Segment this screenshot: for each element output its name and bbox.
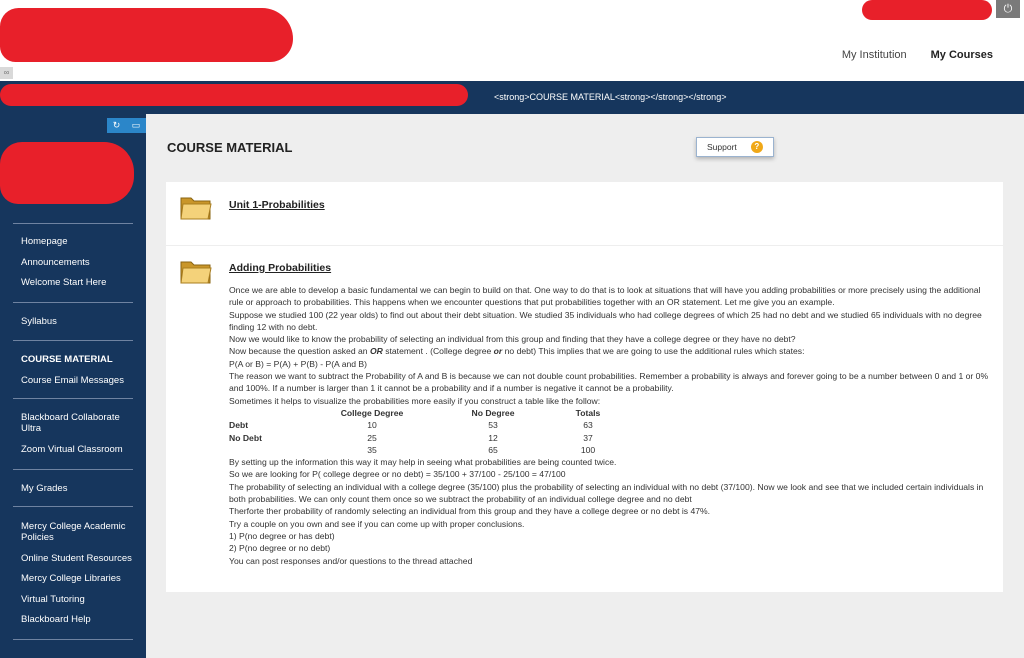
refresh-icon[interactable]: ↻ bbox=[113, 118, 121, 133]
content-item-adding-probabilities: Adding Probabilities Once we are able to… bbox=[166, 246, 1003, 592]
content-area: COURSE MATERIAL Support ? Unit 1-Probabi… bbox=[146, 114, 1024, 658]
paragraph: Suppose we studied 100 (22 year olds) to… bbox=[229, 309, 982, 332]
support-label: Support bbox=[707, 142, 737, 152]
text-run: Now because the question asked an bbox=[229, 346, 370, 357]
paragraph: Try a couple on you own and see if you c… bbox=[229, 518, 525, 529]
sidebar-group-6: Mercy College Academic Policies Online S… bbox=[13, 506, 133, 625]
sidebar-item-collaborate[interactable]: Blackboard Collaborate Ultra bbox=[13, 412, 133, 434]
sidebar-item-zoom[interactable]: Zoom Virtual Classroom bbox=[13, 444, 133, 455]
help-icon: ? bbox=[750, 141, 763, 153]
table-cell: 53 bbox=[488, 420, 498, 431]
sidebar-item-welcome[interactable]: Welcome Start Here bbox=[13, 277, 133, 288]
table-cell: 65 bbox=[488, 444, 498, 455]
content-item-unit1: Unit 1-Probabilities bbox=[166, 182, 1003, 245]
text-run: OR bbox=[369, 346, 383, 357]
power-icon[interactable]: ⏻ bbox=[996, 0, 1020, 18]
text-run: no debt) This implies that we are going … bbox=[502, 346, 805, 357]
sidebar-tools: ↻ ▭ bbox=[107, 118, 146, 133]
paragraph: Once we are able to develop a basic fund… bbox=[229, 285, 981, 308]
sidebar-item-academic-policies[interactable]: Mercy College Academic Policies bbox=[13, 521, 133, 543]
sidebar-item-grades[interactable]: My Grades bbox=[13, 483, 133, 494]
paragraph: The reason we want to subtract the Proba… bbox=[229, 371, 989, 394]
sidebar-group-2: Syllabus bbox=[13, 302, 133, 327]
paragraph: You can post responses and/or questions … bbox=[229, 555, 473, 566]
paragraph: Sometimes it helps to visualize the prob… bbox=[229, 395, 601, 406]
text-run: statement . (College degree bbox=[382, 346, 494, 357]
table-row-header: Debt bbox=[229, 420, 249, 431]
table-header: Totals bbox=[575, 407, 601, 418]
item-description: Once we are able to develop a basic fund… bbox=[229, 284, 989, 567]
sidebar-item-announcements[interactable]: Announcements bbox=[13, 257, 133, 268]
page-title: COURSE MATERIAL bbox=[167, 140, 293, 155]
table-cell: 100 bbox=[580, 444, 596, 455]
sidebar-group-4: Blackboard Collaborate Ultra Zoom Virtua… bbox=[13, 398, 133, 455]
sidebar-group-1: Homepage Announcements Welcome Start Her… bbox=[13, 223, 133, 288]
banner-title: <strong>COURSE MATERIAL<strong></strong>… bbox=[494, 92, 727, 102]
top-nav: My Institution My Courses bbox=[842, 49, 993, 61]
paragraph: 1) P(no degree or has debt) bbox=[229, 530, 335, 541]
table-cell: 63 bbox=[583, 420, 593, 431]
redacted-course-title bbox=[0, 84, 468, 106]
paragraph: Now we would like to know the probabilit… bbox=[229, 334, 796, 345]
paragraph: The probability of selecting an individu… bbox=[229, 481, 984, 505]
paragraph: Therforte ther probability of randomly s… bbox=[229, 506, 711, 517]
table-row-header bbox=[229, 444, 311, 456]
table-cell: 10 bbox=[367, 420, 377, 431]
item-title-unit1[interactable]: Unit 1-Probabilities bbox=[229, 199, 325, 211]
item-title-adding-probabilities[interactable]: Adding Probabilities bbox=[229, 262, 331, 274]
redacted-user-name bbox=[862, 0, 992, 20]
paragraph: Now because the question asked an OR sta… bbox=[229, 345, 989, 357]
folder-view-icon[interactable]: ▭ bbox=[132, 118, 141, 133]
paragraph: 2) P(no degree or no debt) bbox=[229, 543, 331, 554]
table-header: No Degree bbox=[471, 407, 515, 418]
sidebar-item-homepage[interactable]: Homepage bbox=[13, 236, 133, 247]
text-run: or bbox=[493, 346, 503, 357]
sidebar-item-blackboard-help[interactable]: Blackboard Help bbox=[13, 614, 133, 625]
sidebar-item-course-email[interactable]: Course Email Messages bbox=[13, 375, 133, 386]
table-row-header: No Debt bbox=[229, 432, 262, 443]
nav-my-courses[interactable]: My Courses bbox=[931, 49, 993, 61]
probability-table: College Degree No Degree Totals Debt 10 … bbox=[229, 407, 989, 456]
paragraph: So we are looking for P( college degree … bbox=[229, 469, 566, 480]
table-header bbox=[229, 407, 311, 419]
support-button[interactable]: Support ? bbox=[696, 137, 774, 157]
sidebar-group-5: My Grades bbox=[13, 469, 133, 494]
sidebar-item-student-resources[interactable]: Online Student Resources bbox=[13, 553, 133, 564]
sidebar-item-syllabus[interactable]: Syllabus bbox=[13, 316, 133, 327]
redacted-course-name bbox=[0, 142, 134, 204]
folder-icon bbox=[180, 261, 212, 284]
top-header: ⏻ My Institution My Courses ∞ bbox=[0, 0, 1024, 82]
folder-icon bbox=[180, 197, 212, 220]
formula: P(A or B) = P(A) + P(B) - P(A and B) bbox=[229, 358, 368, 369]
table-cell: 35 bbox=[367, 444, 377, 455]
link-icon[interactable]: ∞ bbox=[0, 67, 13, 79]
table-cell: 37 bbox=[583, 432, 593, 443]
table-cell: 12 bbox=[488, 432, 498, 443]
sidebar-item-course-material[interactable]: COURSE MATERIAL bbox=[13, 354, 133, 365]
sidebar-divider bbox=[13, 639, 133, 640]
sidebar-item-tutoring[interactable]: Virtual Tutoring bbox=[13, 594, 133, 605]
sidebar-group-3: COURSE MATERIAL Course Email Messages bbox=[13, 340, 133, 386]
paragraph: By setting up the information this way i… bbox=[229, 457, 617, 468]
table-cell: 25 bbox=[367, 432, 377, 443]
sidebar-item-libraries[interactable]: Mercy College Libraries bbox=[13, 573, 133, 584]
redacted-logo bbox=[0, 8, 293, 62]
table-header: College Degree bbox=[340, 407, 404, 418]
nav-my-institution[interactable]: My Institution bbox=[842, 49, 907, 61]
